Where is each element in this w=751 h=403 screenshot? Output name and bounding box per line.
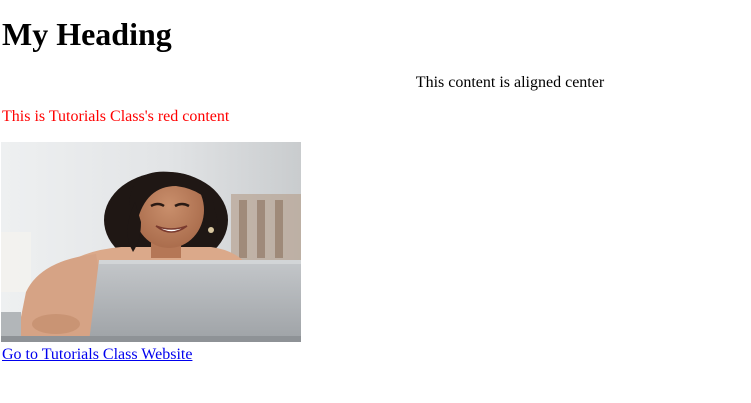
page-heading: My Heading [2,16,172,52]
red-text: This is Tutorials Class's red content [2,108,230,125]
tutorials-class-link[interactable]: Go to Tutorials Class Website [2,345,192,365]
woman-laptop-photo [1,142,301,342]
photo-graphic [1,142,301,342]
centered-text: This content is aligned center [415,74,605,91]
